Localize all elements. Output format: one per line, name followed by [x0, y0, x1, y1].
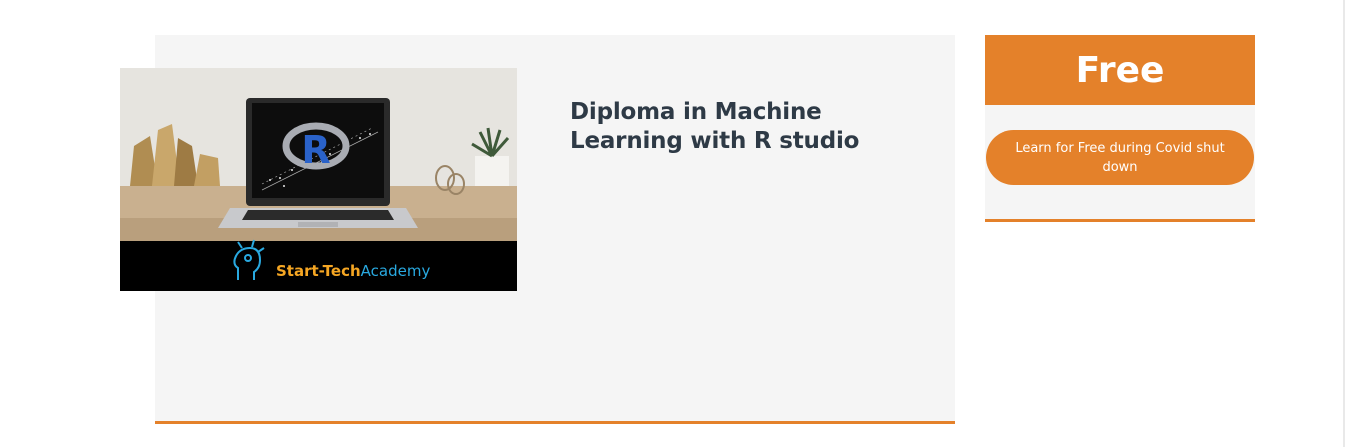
r-logo-icon: R: [301, 128, 330, 172]
learn-free-button[interactable]: Learn for Free during Covid shut down: [986, 130, 1254, 185]
brand-name: Start-TechAcademy: [276, 262, 430, 280]
price-label: Free: [985, 35, 1255, 105]
pricing-box: Free Learn for Free during Covid shut do…: [985, 35, 1255, 222]
course-thumbnail[interactable]: R Start-TechAcademy: [120, 68, 517, 291]
course-title[interactable]: Diploma in Machine Learning with R studi…: [570, 98, 900, 156]
laptop-image: R: [218, 98, 418, 228]
